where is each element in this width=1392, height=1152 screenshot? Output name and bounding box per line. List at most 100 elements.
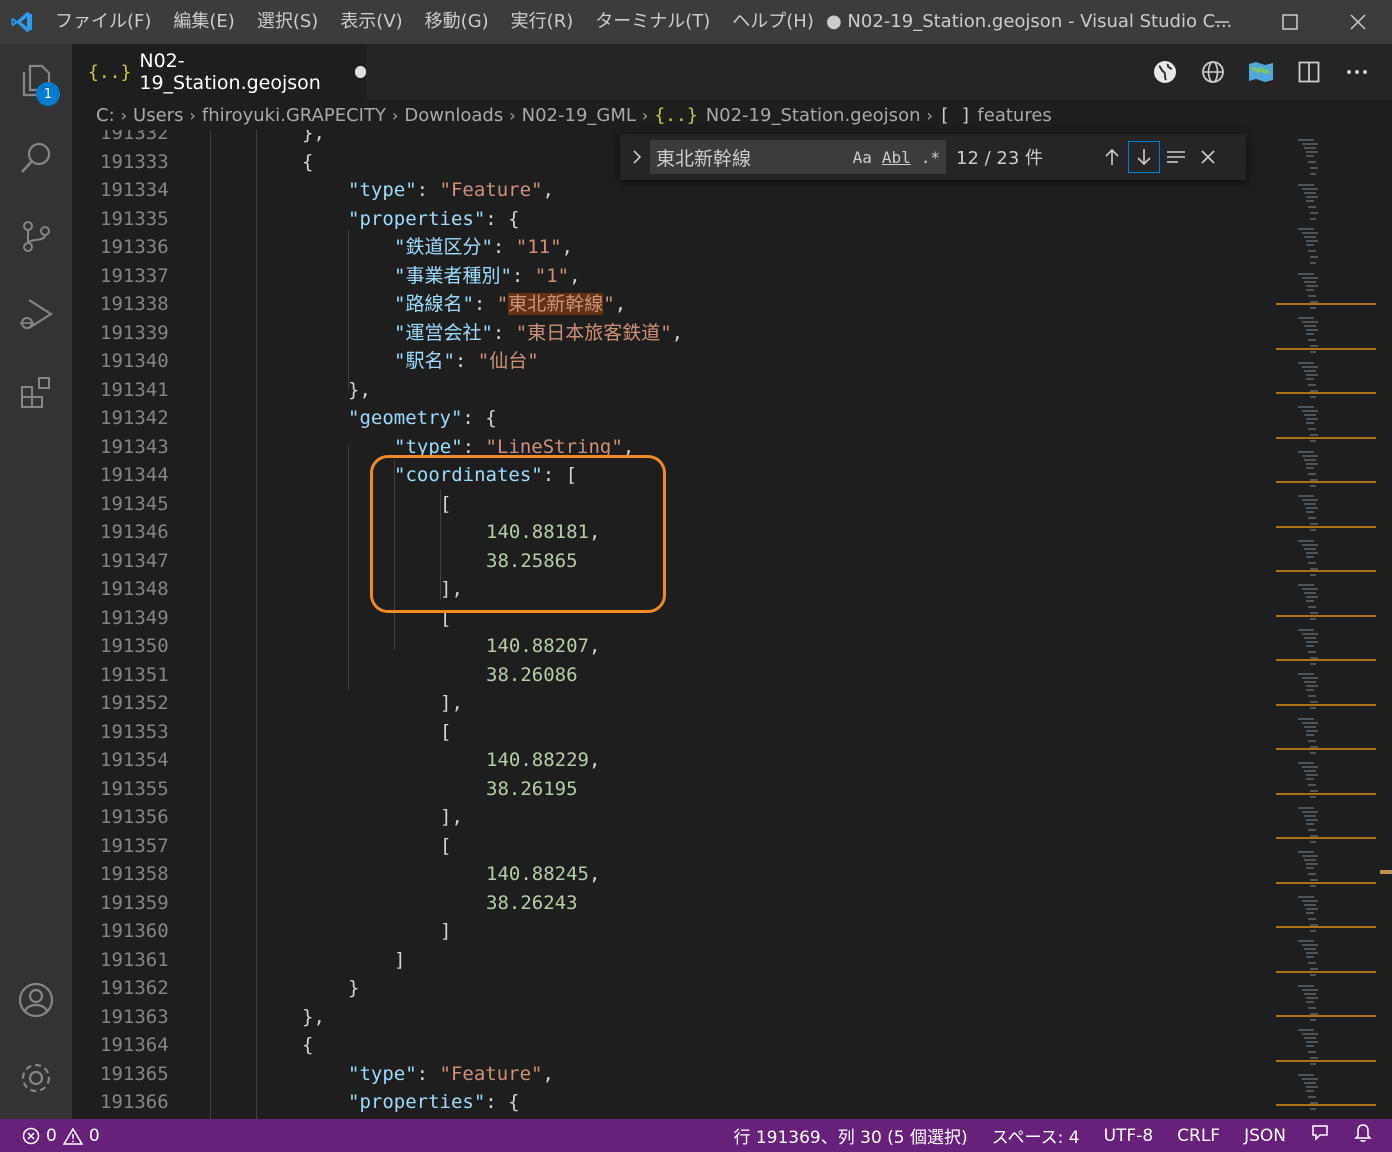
code-token: 38.26243	[486, 891, 578, 914]
code-line: 191345[	[72, 490, 1272, 519]
code-text: },	[302, 130, 325, 148]
chevron-right-icon: ›	[926, 105, 933, 125]
find-input[interactable]: 東北新幹線 Aa Abl .*	[650, 140, 946, 174]
code-token: "駅名"	[394, 350, 455, 372]
warning-count: 0	[88, 1125, 100, 1146]
code-token: ,	[561, 236, 573, 258]
problems-indicator[interactable]: 0 0	[0, 1126, 100, 1146]
code-line: 191342 "geometry": {	[72, 404, 1272, 433]
line-number: 191350	[100, 635, 169, 657]
editor-actions	[1148, 44, 1374, 100]
match-case-toggle[interactable]: Aa	[853, 148, 872, 167]
breadcrumb-item[interactable]: Users	[133, 105, 183, 126]
cursor-position[interactable]: 行 191369、列 30 (5 個選択)	[733, 1123, 967, 1148]
toggle-replace-chevron-icon[interactable]	[620, 134, 650, 180]
code-token: "鉄道区分"	[394, 236, 493, 258]
code-token: ,	[588, 749, 601, 771]
menu-item[interactable]: ターミナル(T)	[584, 0, 721, 44]
menu-item[interactable]: 選択(S)	[246, 0, 329, 44]
code-token: 38.26195	[486, 777, 578, 800]
minimize-icon[interactable]	[1188, 0, 1256, 44]
regex-toggle[interactable]: .*	[921, 148, 940, 167]
feedback-icon[interactable]	[1310, 1123, 1330, 1148]
next-match-arrow-down-icon[interactable]	[1128, 141, 1160, 173]
code-token: 140.88207	[486, 635, 589, 657]
code-token: : {	[462, 407, 497, 429]
language-mode[interactable]: JSON	[1244, 1126, 1286, 1146]
breadcrumb-item[interactable]: C:	[96, 105, 115, 126]
menu-item[interactable]: 編集(E)	[162, 0, 245, 44]
end-of-line[interactable]: CRLF	[1177, 1126, 1220, 1146]
line-number: 191343	[100, 435, 169, 458]
tab-bar: {..} N02-19_Station.geojson	[72, 44, 1392, 100]
code-line: 191340 "駅名": "仙台"	[72, 347, 1272, 376]
code-token: "Feature"	[439, 1062, 543, 1085]
menu-item[interactable]: ファイル(F)	[44, 0, 162, 44]
code-text: "運営会社": "東日本旅客鉄道",	[394, 319, 683, 348]
code-token: : {	[485, 1091, 520, 1113]
find-in-selection-icon[interactable]	[1160, 141, 1192, 173]
close-icon[interactable]	[1324, 0, 1392, 44]
more-actions-icon[interactable]	[1340, 55, 1374, 89]
previous-match-arrow-up-icon[interactable]	[1096, 141, 1128, 173]
find-options: Aa Abl .*	[853, 140, 940, 174]
menu-item[interactable]: ヘルプ(H)	[721, 0, 825, 44]
search-icon[interactable]	[0, 122, 72, 194]
split-editor-icon[interactable]	[1292, 55, 1326, 89]
code-editor[interactable]: 191332}, 191333{191334 "type": "Feature", 1…	[72, 130, 1392, 1119]
chevron-right-icon: ›	[509, 105, 516, 125]
code-token: ]	[440, 920, 452, 942]
code-line: 191354 140.88229,	[72, 746, 1272, 775]
breadcrumb-item[interactable]: fhiroyuki.GRAPECITY	[202, 105, 386, 126]
source-control-icon[interactable]	[0, 200, 72, 272]
extensions-icon[interactable]	[0, 356, 72, 428]
account-icon[interactable]	[0, 964, 72, 1036]
code-token: 140.88229	[486, 749, 589, 771]
warning-icon	[62, 1127, 83, 1145]
code-token: : {	[485, 207, 520, 230]
line-number: 191345	[100, 492, 169, 515]
close-find-icon[interactable]	[1192, 141, 1224, 173]
vertical-scrollbar[interactable]	[1376, 130, 1392, 1119]
code-token: :	[492, 236, 516, 258]
line-number: 191366	[100, 1091, 169, 1113]
code-token: ],	[440, 806, 463, 828]
code-token: "type"	[348, 1062, 417, 1085]
unsaved-dot-icon[interactable]	[355, 66, 366, 78]
tab-geojson-file[interactable]: {..} N02-19_Station.geojson	[72, 44, 366, 100]
line-number: 191357	[100, 834, 169, 857]
maximize-icon[interactable]	[1256, 0, 1324, 44]
code-line: 191334 "type": "Feature",	[72, 176, 1272, 205]
breadcrumb-file[interactable]: N02-19_Station.geojson	[706, 105, 921, 126]
code-token: 38.26086	[486, 663, 578, 686]
breadcrumb-item[interactable]: Downloads	[404, 105, 503, 126]
run-debug-icon[interactable]	[0, 278, 72, 350]
file-encoding[interactable]: UTF-8	[1104, 1126, 1154, 1146]
menu-item[interactable]: 表示(V)	[329, 0, 413, 44]
whole-word-toggle[interactable]: Abl	[882, 148, 911, 167]
code-line: 191356],	[72, 803, 1272, 832]
gear-icon[interactable]	[0, 1042, 72, 1114]
line-number: 191355	[100, 777, 169, 800]
code-token: },	[302, 130, 325, 144]
line-number: 191334	[100, 179, 169, 201]
breadcrumb-symbol[interactable]: features	[977, 105, 1051, 126]
indent-guide	[210, 130, 211, 1119]
code-token: "	[603, 293, 615, 315]
globe-filled-icon[interactable]	[1148, 55, 1182, 89]
code-text: 38.26086	[486, 661, 578, 690]
indentation-setting[interactable]: スペース: 4	[992, 1123, 1080, 1148]
code-line: 191357 [	[72, 832, 1272, 861]
code-token: "11"	[515, 236, 562, 258]
files-icon[interactable]: 1	[0, 44, 72, 116]
notifications-bell-icon[interactable]	[1354, 1123, 1372, 1148]
globe-icon[interactable]	[1196, 55, 1230, 89]
vscode-logo-icon[interactable]	[0, 0, 44, 44]
code-line: 191366 "properties": {	[72, 1088, 1272, 1117]
map-preview-icon[interactable]	[1244, 55, 1278, 89]
chevron-right-icon: ›	[391, 105, 399, 125]
minimap[interactable]	[1276, 130, 1376, 1119]
breadcrumb-item[interactable]: N02-19_GML	[522, 105, 636, 126]
menu-item[interactable]: 移動(G)	[414, 0, 500, 44]
menu-item[interactable]: 実行(R)	[500, 0, 585, 44]
